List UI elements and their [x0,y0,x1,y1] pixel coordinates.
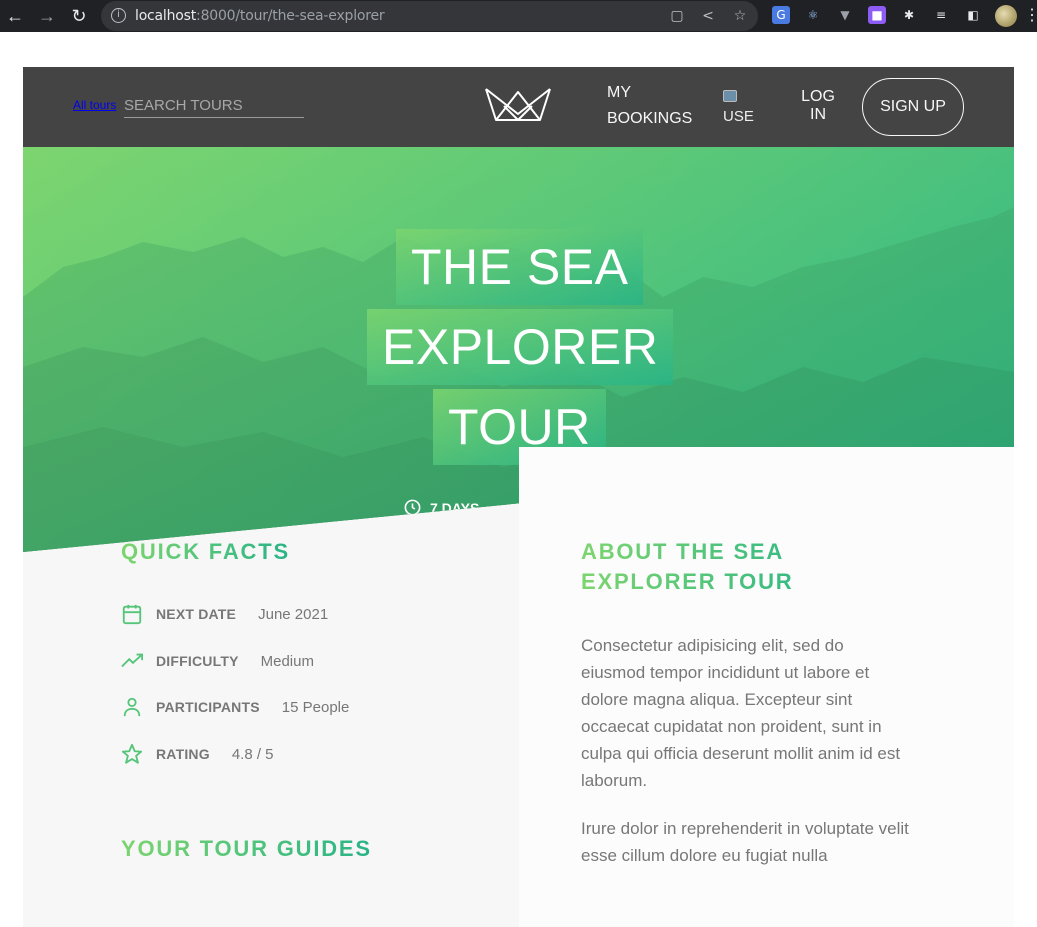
site-header: All tours MY BOOKINGS USE LOG IN SIGN UP [23,67,1014,147]
bookmark-star-icon[interactable]: ☆ [731,7,749,25]
fact-value: June 2021 [258,605,329,623]
side-panel-icon[interactable]: ◧ [964,6,982,24]
star-icon [121,743,143,764]
search-input[interactable] [124,94,304,116]
media-queue-icon[interactable]: ≡ [932,6,950,24]
site-info-icon[interactable]: i [111,8,126,23]
broken-image-icon [723,90,737,102]
extensions-puzzle-icon[interactable]: ✱ [900,6,918,24]
share-icon[interactable]: < [699,7,717,25]
user-icon [123,697,141,717]
clock-icon [404,499,421,516]
forward-arrow-icon[interactable]: → [34,3,60,29]
back-arrow-icon[interactable]: ← [2,3,28,29]
tour-guides-heading: YOUR TOUR GUIDES [121,834,372,864]
about-tour-heading: ABOUT THE SEA EXPLORER TOUR [581,537,841,597]
google-translate-extension-icon[interactable]: G [772,6,790,24]
quick-facts-heading: QUICK FACTS [121,537,290,567]
user-avatar-image[interactable]: USE [723,90,759,126]
extension-purple-icon[interactable]: ■ [868,6,886,24]
profile-avatar[interactable] [995,5,1017,27]
fact-value: 15 People [281,698,350,716]
fact-label: DIFFICULTY [156,653,239,669]
browser-toolbar: ← → ↻ i localhost:8000/tour/the-sea-expl… [0,0,1037,32]
trending-up-icon [121,653,143,668]
fact-difficulty: DIFFICULTY Medium [121,649,314,673]
fact-next-date: NEXT DATE June 2021 [121,602,328,626]
about-paragraph: Consectetur adipisicing elit, sed do eiu… [581,636,901,790]
browser-menu-icon[interactable]: ⋮ [1024,6,1037,26]
reload-icon[interactable]: ↻ [66,3,92,29]
all-tours-link[interactable]: All tours [73,98,116,112]
about-paragraph: Irure dolor in reprehenderit in voluptat… [581,819,909,865]
fact-label: NEXT DATE [156,606,237,622]
hero-duration: 7 DAYS [403,498,479,517]
signup-button[interactable]: SIGN UP [862,78,964,136]
fact-rating: RATING 4.8 / 5 [121,742,274,766]
address-bar[interactable]: i localhost:8000/tour/the-sea-explorer ▢… [101,1,758,31]
fact-value: Medium [260,652,314,670]
react-devtools-extension-icon[interactable]: ⚛ [804,6,822,24]
fact-value: 4.8 / 5 [231,745,274,763]
url-text[interactable]: localhost:8000/tour/the-sea-explorer [135,8,385,24]
tour-title-line-1: THE SEA [396,229,644,305]
my-bookings-link[interactable]: MY BOOKINGS [607,80,697,132]
user-avatar-alt-text: USE [723,108,754,125]
search-form [124,94,304,118]
login-link[interactable]: LOG IN [798,88,838,124]
hero-duration-text: 7 DAYS [430,499,480,516]
fact-label: RATING [156,746,210,762]
tour-page: All tours MY BOOKINGS USE LOG IN SIGN UP [23,67,1014,927]
logo-crown-icon[interactable] [484,84,552,122]
calendar-icon [122,604,142,625]
fact-participants: PARTICIPANTS 15 People [121,695,349,719]
fact-label: PARTICIPANTS [156,699,260,715]
vue-devtools-extension-icon[interactable]: ▼ [836,6,854,24]
translate-icon[interactable]: ▢ [668,7,686,25]
tour-title-line-2: EXPLORER [367,309,674,385]
